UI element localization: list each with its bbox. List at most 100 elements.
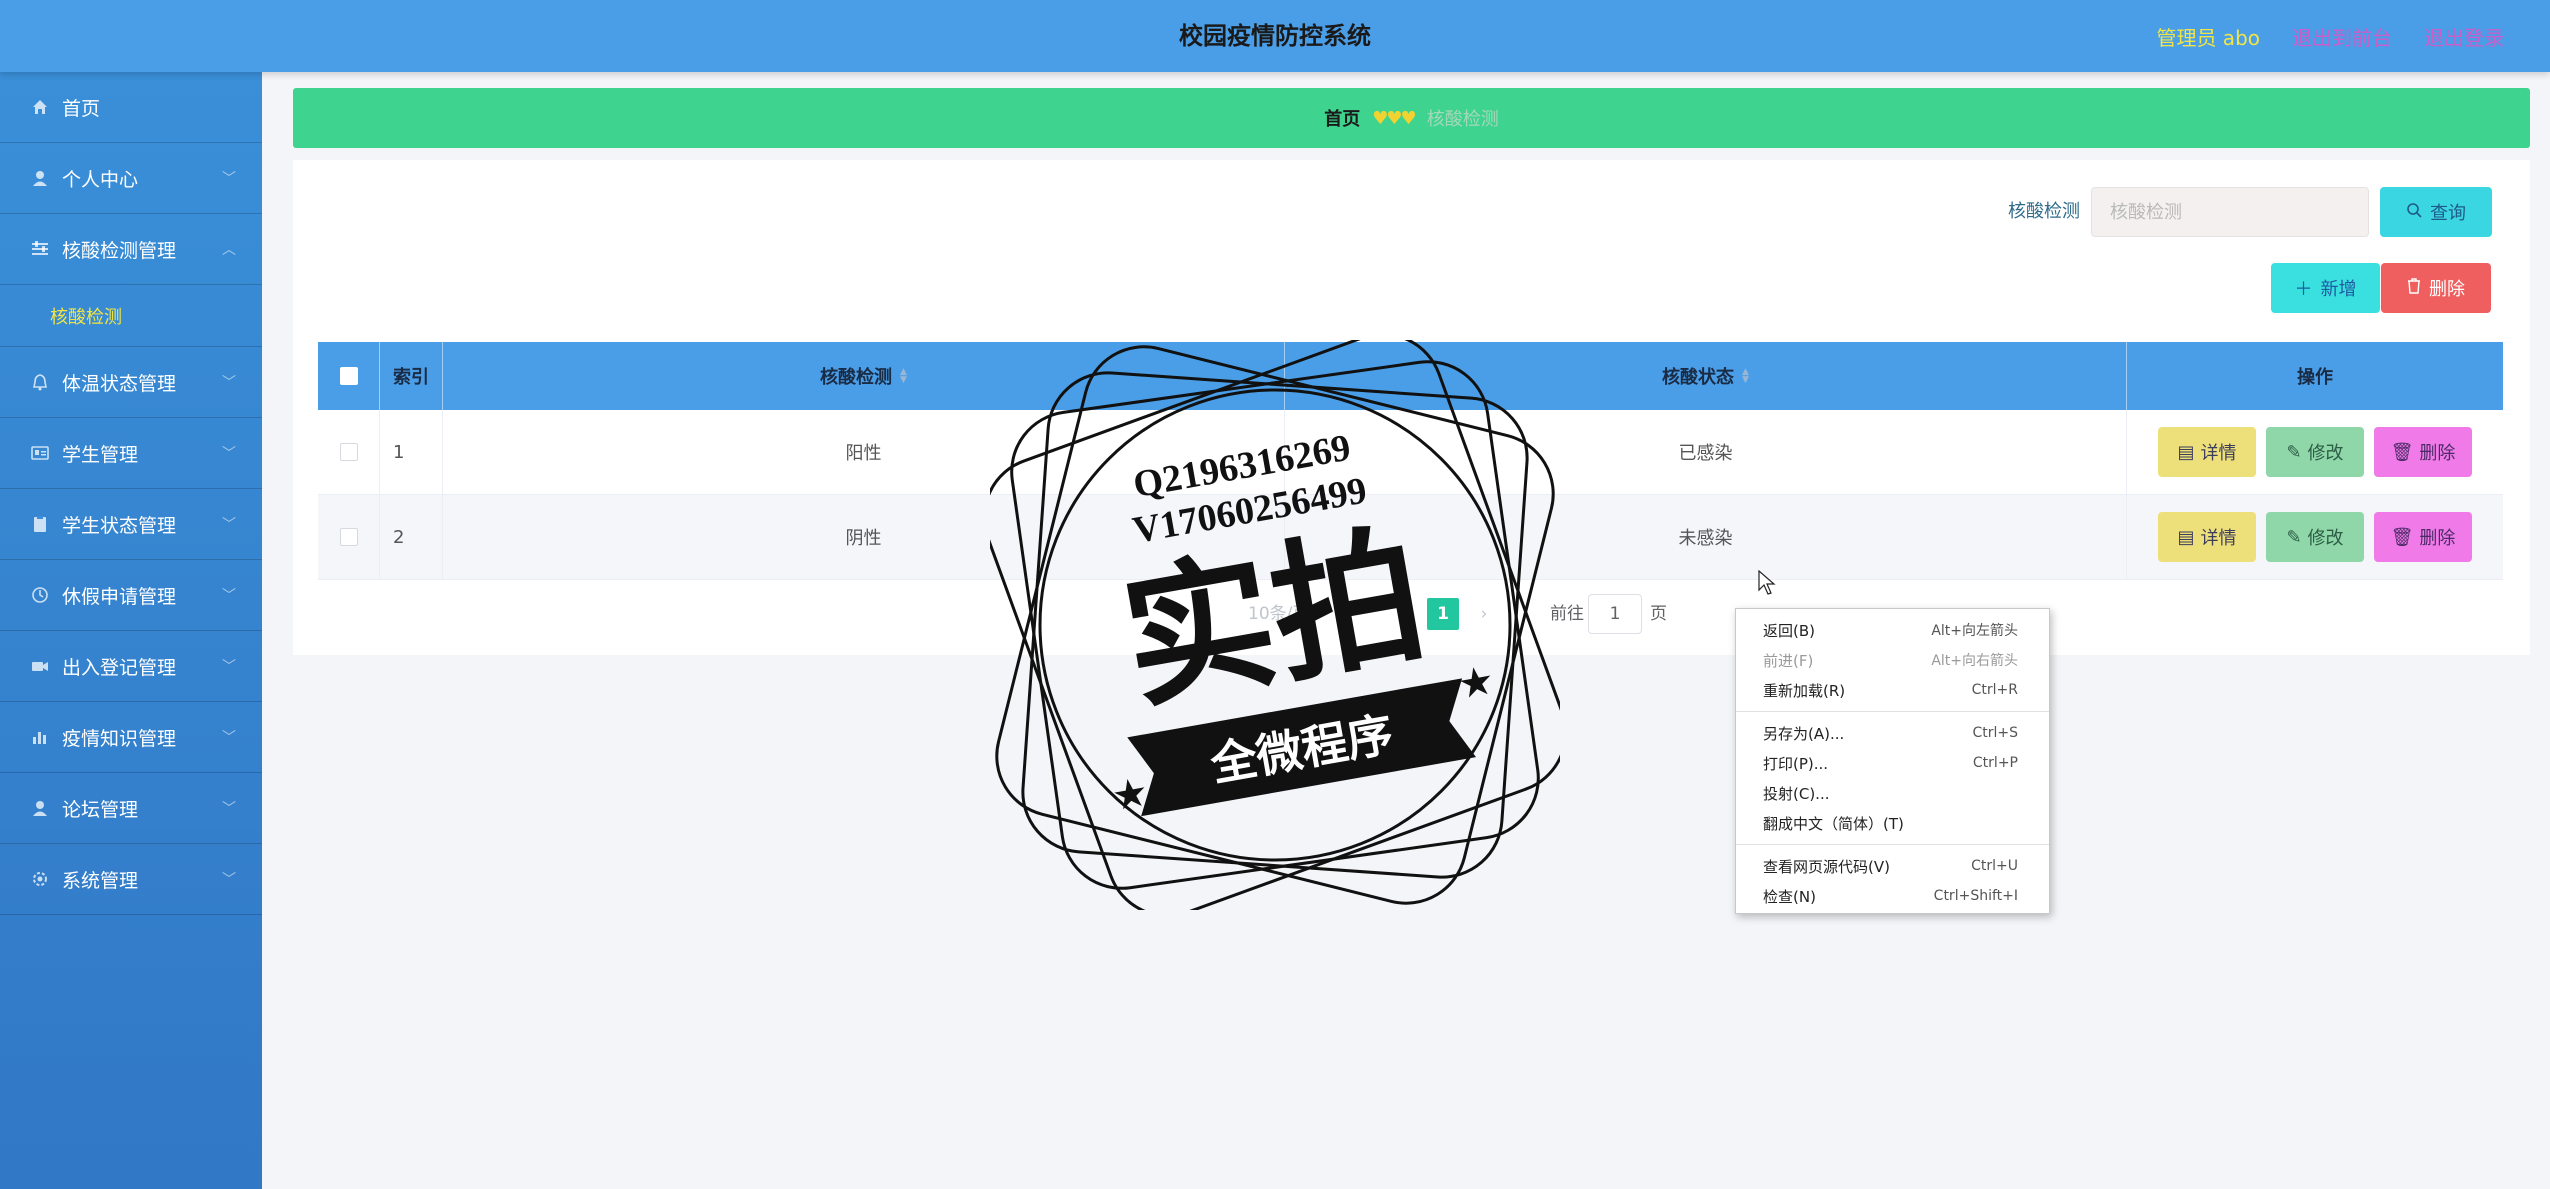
- breadcrumb-current: 核酸检测: [1426, 109, 1499, 130]
- breadcrumb-home[interactable]: 首页: [1324, 105, 1360, 131]
- edit-button[interactable]: ✎ 修改: [2266, 427, 2364, 477]
- menu-item-label: 打印(P)...: [1763, 754, 1829, 773]
- chevron-down-icon: ﹀: [222, 375, 236, 391]
- page-size-select[interactable]: 10条/页: [1248, 594, 1309, 634]
- sidebar-item-system[interactable]: 系统管理 ﹀: [0, 844, 262, 915]
- row-ops: ▤ 详情 ✎ 修改 🗑 删除: [2127, 495, 2503, 579]
- menu-item-shortcut: Ctrl+R: [1971, 682, 2018, 698]
- plus-icon: ＋: [2294, 279, 2313, 300]
- header-user-area: 管理员 abo 退出到前台 退出登录: [2156, 0, 2504, 72]
- delete-label: 删除: [2419, 443, 2456, 464]
- table-header: 索引 核酸检测 ▲ ▼ 核酸状态 ▲ ▼ 操作: [318, 342, 2503, 410]
- context-menu-inspect[interactable]: 检查(N) Ctrl+Shift+I: [1736, 881, 2049, 911]
- goto-page-input[interactable]: [1588, 594, 1642, 634]
- sidebar-item-student-status[interactable]: 学生状态管理 ﹀: [0, 489, 262, 560]
- table-row: 1 阳性 已感染 ▤ 详情 ✎ 修改 🗑 删除: [318, 410, 2503, 495]
- sidebar-item-label: 个人中心: [62, 168, 139, 191]
- sidebar-item-forum[interactable]: 论坛管理 ﹀: [0, 773, 262, 844]
- page-number-active[interactable]: 1: [1427, 598, 1459, 630]
- header-index: 索引: [380, 342, 443, 410]
- id-card-icon: [30, 443, 50, 463]
- row-checkbox[interactable]: [339, 528, 358, 546]
- menu-item-shortcut: Ctrl+Shift+I: [1933, 888, 2018, 904]
- batch-delete-label: 删除: [2429, 279, 2465, 300]
- pencil-icon: ✎: [2286, 526, 2302, 548]
- edit-button[interactable]: ✎ 修改: [2266, 512, 2364, 562]
- logout-link[interactable]: 退出登录: [2424, 22, 2504, 51]
- sidebar-item-profile[interactable]: 个人中心 ﹀: [0, 143, 262, 214]
- header-state[interactable]: 核酸状态 ▲ ▼: [1285, 342, 2127, 410]
- detail-button[interactable]: ▤ 详情: [2158, 512, 2256, 562]
- add-button[interactable]: ＋ 新增: [2271, 263, 2380, 313]
- document-icon: ▤: [2177, 441, 2195, 463]
- header-test[interactable]: 核酸检测 ▲ ▼: [443, 342, 1285, 410]
- chevron-down-icon: ﹀: [222, 446, 236, 462]
- context-menu-back[interactable]: 返回(B) Alt+向左箭头: [1736, 615, 2049, 645]
- chevron-down-icon: ﹀: [222, 730, 236, 746]
- delete-button[interactable]: 🗑 删除: [2374, 512, 2472, 562]
- query-button[interactable]: 查询: [2380, 187, 2492, 237]
- detail-label: 详情: [2200, 443, 2237, 464]
- next-page-icon[interactable]: ›: [1470, 600, 1498, 628]
- prev-page-icon[interactable]: ‹: [1388, 600, 1416, 628]
- star-icon: ★: [1454, 657, 1497, 709]
- sidebar-item-label: 休假申请管理: [62, 585, 177, 608]
- user-icon: [30, 168, 50, 188]
- clock-icon: [30, 585, 50, 605]
- row-index: 2: [380, 495, 443, 579]
- chevron-down-icon: ﹀: [222, 872, 236, 888]
- context-menu-save-as[interactable]: 另存为(A)... Ctrl+S: [1736, 718, 2049, 748]
- sidebar-subitem-nucleic-test[interactable]: 核酸检测: [0, 285, 262, 347]
- context-menu-view-source[interactable]: 查看网页源代码(V) Ctrl+U: [1736, 851, 2049, 881]
- batch-delete-button[interactable]: 删除: [2381, 263, 2491, 313]
- page-unit-label: 页: [1650, 604, 1667, 624]
- menu-item-label: 另存为(A)...: [1763, 724, 1845, 743]
- context-menu-translate[interactable]: 翻成中文（简体）(T): [1736, 808, 2049, 838]
- user-icon: [30, 798, 50, 818]
- delete-button[interactable]: 🗑 删除: [2374, 427, 2472, 477]
- sidebar-item-label: 出入登记管理: [62, 656, 177, 679]
- menu-item-label: 投射(C)...: [1763, 784, 1830, 803]
- detail-button[interactable]: ▤ 详情: [2158, 427, 2256, 477]
- row-state: 未感染: [1285, 495, 2127, 579]
- watermark-ribbon-text: 全微程序: [1206, 707, 1398, 792]
- sidebar-item-nucleic-test[interactable]: 核酸检测管理 ︿: [0, 214, 262, 285]
- menu-item-label: 检查(N): [1763, 887, 1816, 906]
- sidebar-item-label: 学生状态管理: [62, 514, 177, 537]
- camera-icon: [30, 656, 50, 676]
- menu-item-shortcut: Ctrl+U: [1971, 858, 2018, 874]
- sidebar-item-leave[interactable]: 休假申请管理 ﹀: [0, 560, 262, 631]
- menu-item-label: 返回(B): [1763, 621, 1815, 640]
- row-test-result: 阴性: [443, 495, 1285, 579]
- row-index: 1: [380, 410, 443, 494]
- chevron-down-icon: ﹀: [222, 659, 236, 675]
- sidebar-item-students[interactable]: 学生管理 ﹀: [0, 418, 262, 489]
- row-checkbox[interactable]: [339, 443, 358, 461]
- menu-separator: [1736, 711, 2049, 712]
- sidebar-item-label: 学生管理: [62, 443, 139, 466]
- context-menu-forward[interactable]: 前进(F) Alt+向右箭头: [1736, 645, 2049, 675]
- gear-icon: [30, 869, 50, 889]
- header-ops: 操作: [2297, 367, 2333, 388]
- sidebar-item-home[interactable]: 首页: [0, 72, 262, 143]
- search-input[interactable]: [2091, 187, 2369, 237]
- sidebar-item-knowledge[interactable]: 疫情知识管理 ﹀: [0, 702, 262, 773]
- chevron-down-icon: ﹀: [222, 801, 236, 817]
- context-menu: 返回(B) Alt+向左箭头 前进(F) Alt+向右箭头 重新加载(R) Ctrl+…: [1735, 608, 2050, 914]
- home-icon: [30, 97, 50, 117]
- select-all-checkbox[interactable]: [339, 367, 358, 385]
- sidebar-item-temperature[interactable]: 体温状态管理 ﹀: [0, 347, 262, 418]
- menu-item-shortcut: Alt+向左箭头: [1931, 623, 2018, 639]
- sort-icon[interactable]: ▲ ▼: [1742, 368, 1749, 385]
- trash-icon: 🗑: [2390, 441, 2414, 463]
- exit-to-frontend-link[interactable]: 退出到前台: [2292, 22, 2392, 51]
- sidebar-item-access-log[interactable]: 出入登记管理 ﹀: [0, 631, 262, 702]
- context-menu-cast[interactable]: 投射(C)...: [1736, 778, 2049, 808]
- context-menu-print[interactable]: 打印(P)... Ctrl+P: [1736, 748, 2049, 778]
- top-header: 校园疫情防控系统 管理员 abo 退出到前台 退出登录: [0, 0, 2550, 72]
- row-state: 已感染: [1285, 410, 2127, 494]
- row-ops: ▤ 详情 ✎ 修改 🗑 删除: [2127, 410, 2503, 494]
- menu-item-label: 翻成中文（简体）(T): [1763, 814, 1904, 833]
- context-menu-reload[interactable]: 重新加载(R) Ctrl+R: [1736, 675, 2049, 705]
- sort-icon[interactable]: ▲ ▼: [900, 368, 907, 385]
